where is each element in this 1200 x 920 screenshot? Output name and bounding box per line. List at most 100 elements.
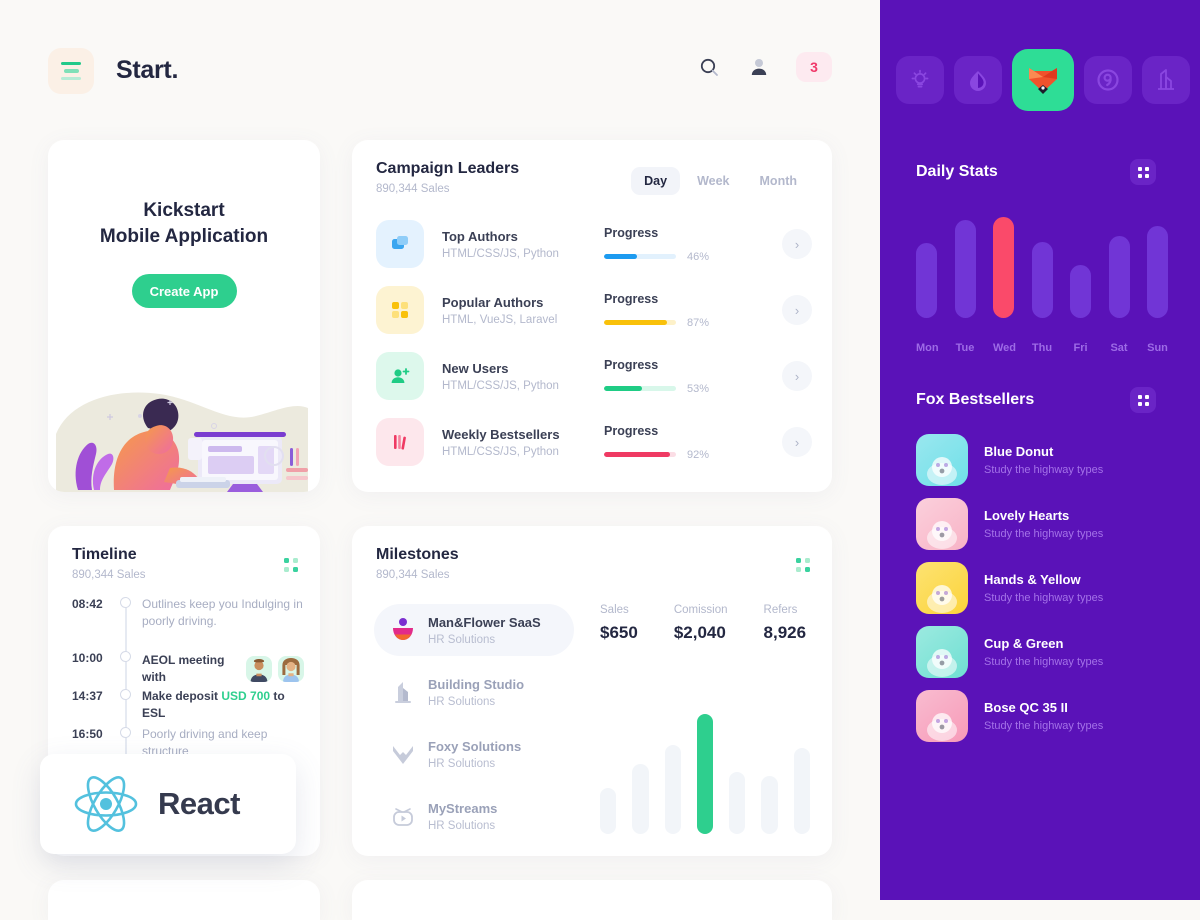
building-icon bbox=[388, 680, 418, 704]
bottom-card-right-partial bbox=[352, 880, 832, 920]
daily-stats-x-label: Fri bbox=[1073, 342, 1088, 354]
milestone-text: Building Studio HR Solutions bbox=[428, 677, 524, 708]
building-icon[interactable] bbox=[1142, 56, 1190, 104]
campaign-row-desc: HTML/CSS/JS, Python bbox=[442, 379, 559, 392]
daily-stats-bar bbox=[1147, 226, 1168, 318]
avatar bbox=[278, 656, 304, 682]
timeline-text-row: AEOL meeting with bbox=[142, 650, 304, 688]
milestones-stats: Sales $650 Comission $2,040 Refers 8,926 bbox=[600, 604, 806, 643]
progress-percent: 46% bbox=[687, 250, 710, 263]
daily-stats-bar bbox=[1031, 242, 1053, 318]
four-dots-icon[interactable] bbox=[1130, 387, 1156, 413]
timeline-marker bbox=[116, 650, 142, 698]
bestseller-item[interactable]: Cup & Green Study the highway types bbox=[916, 626, 1172, 678]
timeline-item[interactable]: 10:00 AEOL meeting with bbox=[72, 650, 304, 698]
bestsellers-title: Fox Bestsellers bbox=[916, 391, 1035, 408]
campaign-row-desc: HTML/CSS/JS, Python bbox=[442, 247, 559, 260]
notification-badge[interactable]: 3 bbox=[796, 52, 832, 82]
daily-stats-bar-column[interactable] bbox=[1108, 236, 1130, 318]
tab-week[interactable]: Week bbox=[684, 167, 742, 195]
milestones-header: Milestones 890,344 Sales bbox=[376, 546, 459, 581]
campaign-row-desc: HTML, VueJS, Laravel bbox=[442, 313, 558, 326]
milestones-bar[interactable] bbox=[664, 745, 681, 834]
bestseller-item[interactable]: Bose QC 35 II Study the highway types bbox=[916, 690, 1172, 742]
tab-month[interactable]: Month bbox=[747, 167, 810, 195]
bestseller-name: Blue Donut bbox=[984, 444, 1054, 459]
milestone-item-foxy-solutions[interactable]: Foxy Solutions HR Solutions bbox=[374, 728, 574, 780]
user-avatar-icon[interactable] bbox=[746, 54, 772, 80]
daily-stats-x-label: Wed bbox=[993, 342, 1017, 354]
milestone-item-man-flower[interactable]: Man&Flower SaaS HR Solutions bbox=[374, 604, 574, 656]
daily-stats-bar-column[interactable] bbox=[993, 217, 1014, 318]
bestseller-sub: Study the highway types bbox=[984, 656, 1104, 668]
bestseller-name: Lovely Hearts bbox=[984, 508, 1070, 523]
bestsellers-list: Blue Donut Study the highway types Lovely … bbox=[916, 434, 1172, 754]
daily-stats-bar-column[interactable] bbox=[916, 243, 937, 318]
stat-sales: Sales $650 bbox=[600, 604, 638, 643]
progress-label: Progress bbox=[604, 225, 659, 240]
milestones-bar[interactable] bbox=[600, 788, 617, 834]
daily-stats-bar-column[interactable] bbox=[954, 220, 976, 318]
bestseller-item[interactable]: Hands & Yellow Study the highway types bbox=[916, 562, 1172, 614]
bestseller-item[interactable]: Lovely Hearts Study the highway types bbox=[916, 498, 1172, 550]
timeline-text-prefix: Make deposit bbox=[142, 689, 222, 703]
hamburger-menu-icon[interactable] bbox=[48, 48, 94, 94]
milestone-text: MyStreams HR Solutions bbox=[428, 801, 497, 832]
progress-fill bbox=[604, 452, 671, 457]
milestones-bar[interactable] bbox=[632, 764, 649, 834]
daily-stats-bar-column[interactable] bbox=[1147, 226, 1168, 318]
daily-stats-bar-column[interactable] bbox=[1031, 242, 1053, 318]
campaign-row-top-authors[interactable]: Top Authors HTML/CSS/JS, Python Progress… bbox=[376, 220, 812, 268]
main-content-area: Start. 3 Kickstart Mobile Application Cr… bbox=[0, 0, 880, 920]
daily-stats-title: Daily Stats bbox=[916, 163, 998, 180]
progress-block: Progress 92% bbox=[604, 424, 734, 461]
daily-stats-bar-column[interactable] bbox=[1070, 265, 1091, 318]
react-badge-card[interactable]: React bbox=[40, 754, 296, 854]
spiral-nine-icon[interactable] bbox=[1084, 56, 1132, 104]
timeline-amount: USD 700 bbox=[221, 689, 271, 703]
milestones-bar[interactable] bbox=[793, 748, 810, 834]
milestones-bar[interactable] bbox=[729, 772, 746, 834]
milestone-name: Building Studio bbox=[428, 676, 525, 692]
timeline-time: 14:37 bbox=[72, 689, 103, 703]
timeline-item[interactable]: 08:42 Outlines keep you Indulging in poo… bbox=[72, 596, 304, 660]
milestones-title: Milestones bbox=[376, 546, 459, 563]
bestseller-text: Cup & Green Study the highway types bbox=[984, 636, 1103, 668]
bestseller-text: Lovely Hearts Study the highway types bbox=[984, 508, 1103, 540]
milestone-item-building-studio[interactable]: Building Studio HR Solutions bbox=[374, 666, 574, 718]
four-dots-icon[interactable] bbox=[1130, 159, 1156, 185]
milestones-subtitle: 890,344 Sales bbox=[376, 569, 450, 581]
bestseller-item[interactable]: Blue Donut Study the highway types bbox=[916, 434, 1172, 486]
lightbulb-icon[interactable] bbox=[896, 56, 944, 104]
flower-logo-icon bbox=[388, 617, 418, 643]
chevron-right-icon[interactable]: › bbox=[782, 229, 812, 259]
fox-logo-icon[interactable] bbox=[1012, 49, 1074, 111]
milestone-sub: HR Solutions bbox=[428, 695, 496, 708]
bestseller-thumbnail bbox=[916, 434, 968, 486]
chevron-right-icon[interactable]: › bbox=[782, 361, 812, 391]
chevron-right-icon[interactable]: › bbox=[782, 427, 812, 457]
campaign-row-popular-authors[interactable]: Popular Authors HTML, VueJS, Laravel Pro… bbox=[376, 286, 812, 334]
timeline-title: Timeline bbox=[72, 546, 137, 563]
four-dots-icon[interactable] bbox=[796, 558, 810, 572]
campaign-row-new-users[interactable]: New Users HTML/CSS/JS, Python Progress 5… bbox=[376, 352, 812, 400]
milestones-bar[interactable] bbox=[761, 776, 778, 834]
progress-percent: 87% bbox=[687, 316, 710, 329]
bestseller-thumbnail bbox=[916, 498, 968, 550]
milestones-bar[interactable] bbox=[696, 714, 714, 834]
campaign-row-name: Weekly Bestsellers bbox=[442, 426, 560, 442]
four-dots-icon[interactable] bbox=[284, 558, 298, 572]
campaign-row-weekly-bestsellers[interactable]: Weekly Bestsellers HTML/CSS/JS, Python P… bbox=[376, 418, 812, 466]
bestseller-sub: Study the highway types bbox=[984, 528, 1104, 540]
bestseller-sub: Study the highway types bbox=[984, 464, 1104, 476]
create-app-button[interactable]: Create App bbox=[131, 274, 237, 309]
chevron-right-icon[interactable]: › bbox=[782, 295, 812, 325]
daily-stats-bar bbox=[1070, 265, 1091, 318]
tab-day[interactable]: Day bbox=[631, 167, 681, 195]
flame-arrow-icon[interactable] bbox=[954, 56, 1002, 104]
timeline-item[interactable]: 14:37 Make deposit USD 700 to ESL bbox=[72, 688, 304, 736]
avatar bbox=[246, 656, 272, 682]
kickstart-title-line1: Kickstart bbox=[143, 200, 225, 221]
milestone-item-mystreams[interactable]: MyStreams HR Solutions bbox=[374, 790, 574, 842]
search-icon[interactable] bbox=[696, 54, 722, 80]
